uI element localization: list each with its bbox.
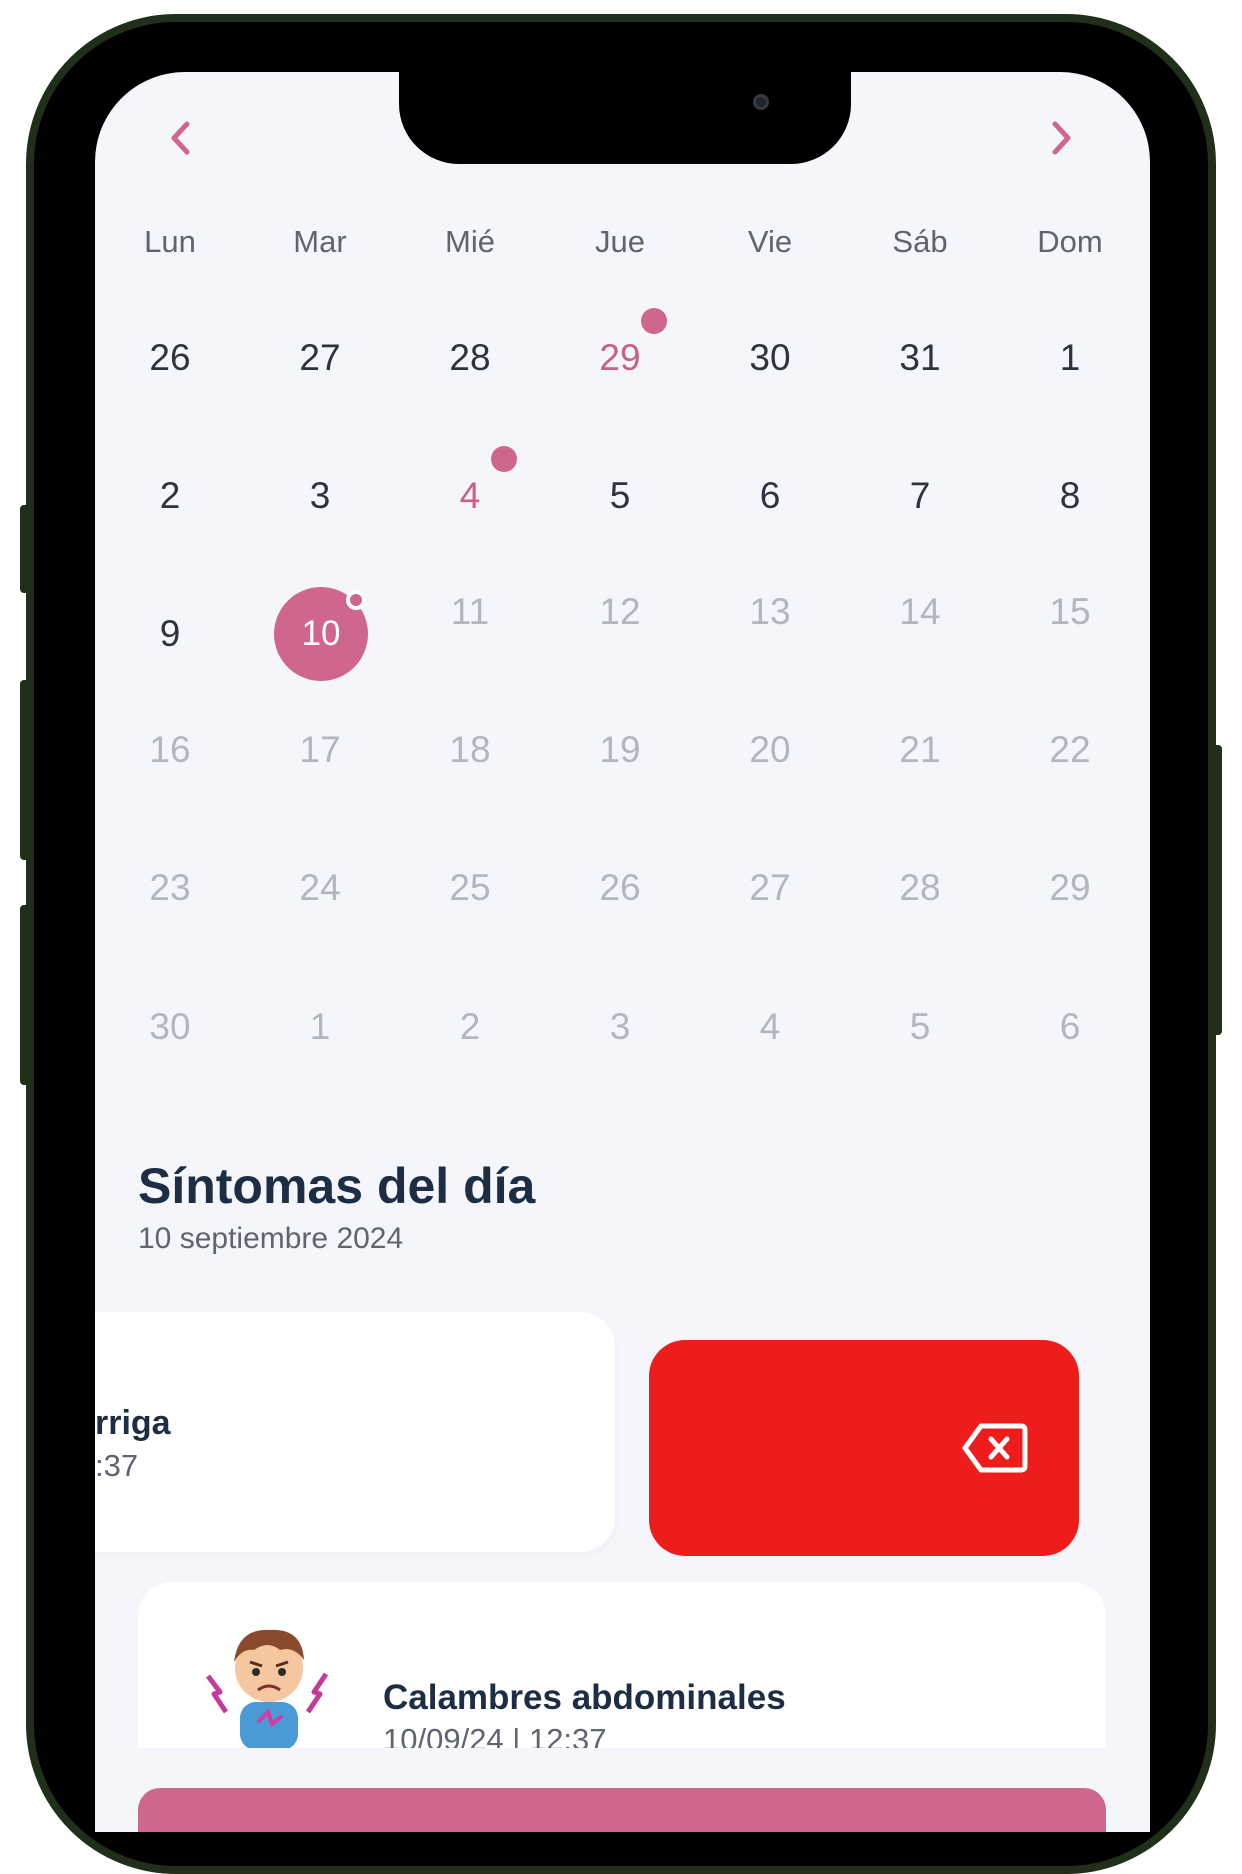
calendar-day[interactable]: 14 (845, 572, 995, 652)
symptom-name: rriga (95, 1404, 171, 1442)
calendar-day[interactable]: 5 (545, 456, 695, 536)
calendar-day[interactable]: 30 (95, 987, 245, 1067)
calendar-day[interactable]: 15 (995, 572, 1145, 652)
calendar-day[interactable]: 24 (245, 848, 395, 928)
calendar-day[interactable]: 21 (845, 710, 995, 790)
calendar-day[interactable]: 27 (245, 318, 395, 398)
calendar-day[interactable]: 28 (845, 848, 995, 928)
calendar-day[interactable]: 31 (845, 318, 995, 398)
camera-icon (753, 94, 769, 110)
symptom-dot (641, 308, 667, 334)
weekday-label: Vie (747, 224, 793, 259)
calendar-day[interactable]: 2 (395, 987, 545, 1067)
calendar-day[interactable]: 18 (395, 710, 545, 790)
calendar-day[interactable]: 11 (395, 572, 545, 652)
volume-up-button (20, 680, 32, 860)
calendar-day[interactable]: 6 (695, 456, 845, 536)
calendar-day[interactable]: 30 (695, 318, 845, 398)
calendar-day[interactable]: 28 (395, 318, 545, 398)
side-button (20, 505, 32, 593)
add-symptom-button[interactable] (138, 1788, 1106, 1832)
calendar-day[interactable]: 26 (545, 848, 695, 928)
calendar-day[interactable]: 26 (95, 318, 245, 398)
calendar-day[interactable]: 2 (95, 456, 245, 536)
delete-button[interactable] (649, 1340, 1079, 1556)
weekday-label: Mié (445, 224, 495, 259)
calendar-day[interactable]: 1 (995, 318, 1145, 398)
volume-down-button (20, 905, 32, 1085)
stomach-cramp-avatar (206, 1629, 329, 1750)
next-month-button[interactable] (1042, 114, 1082, 162)
calendar-day[interactable]: 3 (545, 987, 695, 1067)
weekday-label: Sáb (892, 224, 948, 259)
chevron-left-icon (171, 121, 190, 155)
calendar-day[interactable]: 19 (545, 710, 695, 790)
calendar-day[interactable]: 29 (995, 848, 1145, 928)
weekday-label: Mar (293, 224, 347, 259)
calendar-day[interactable]: 27 (695, 848, 845, 928)
calendar-day[interactable]: 25 (395, 848, 545, 928)
weekday-label: Dom (1037, 224, 1103, 259)
calendar-day[interactable]: 16 (95, 710, 245, 790)
backspace-x-icon (962, 1423, 1028, 1473)
calendar-day-marked[interactable]: 4 (395, 456, 545, 536)
power-button (1210, 745, 1222, 1035)
calendar-day[interactable]: 5 (845, 987, 995, 1067)
calendar-day[interactable]: 20 (695, 710, 845, 790)
symptom-time: :37 (95, 1448, 139, 1483)
section-date: 10 septiembre 2024 (138, 1222, 404, 1255)
weekday-label: Lun (144, 224, 196, 259)
symptom-name: Calambres abdominales (383, 1678, 786, 1717)
calendar-day[interactable]: 17 (245, 710, 395, 790)
calendar-day[interactable]: 9 (95, 594, 245, 674)
calendar-day[interactable]: 1 (245, 987, 395, 1067)
calendar-day[interactable]: 3 (245, 456, 395, 536)
calendar-day[interactable]: 7 (845, 456, 995, 536)
calendar-day[interactable]: 12 (545, 572, 695, 652)
calendar-day[interactable]: 13 (695, 572, 845, 652)
section-title: Síntomas del día (138, 1158, 536, 1214)
calendar-day[interactable]: 22 (995, 710, 1145, 790)
calendar-day[interactable]: 23 (95, 848, 245, 928)
chevron-right-icon (1052, 121, 1071, 155)
prev-month-button[interactable] (160, 114, 200, 162)
calendar-day[interactable]: 6 (995, 987, 1145, 1067)
symptom-dot (346, 590, 366, 610)
weekday-label: Jue (595, 224, 645, 259)
calendar-day[interactable]: 8 (995, 456, 1145, 536)
symptom-card-swiped[interactable]: rriga :37 (95, 1312, 615, 1552)
calendar-day[interactable]: 4 (695, 987, 845, 1067)
calendar-day-marked[interactable]: 29 (545, 318, 695, 398)
phone-notch (399, 72, 851, 164)
symptom-dot (491, 446, 517, 472)
app-screen: Lun Mar Mié Jue Vie Sáb Dom 26 27 28 29 … (95, 72, 1150, 1832)
